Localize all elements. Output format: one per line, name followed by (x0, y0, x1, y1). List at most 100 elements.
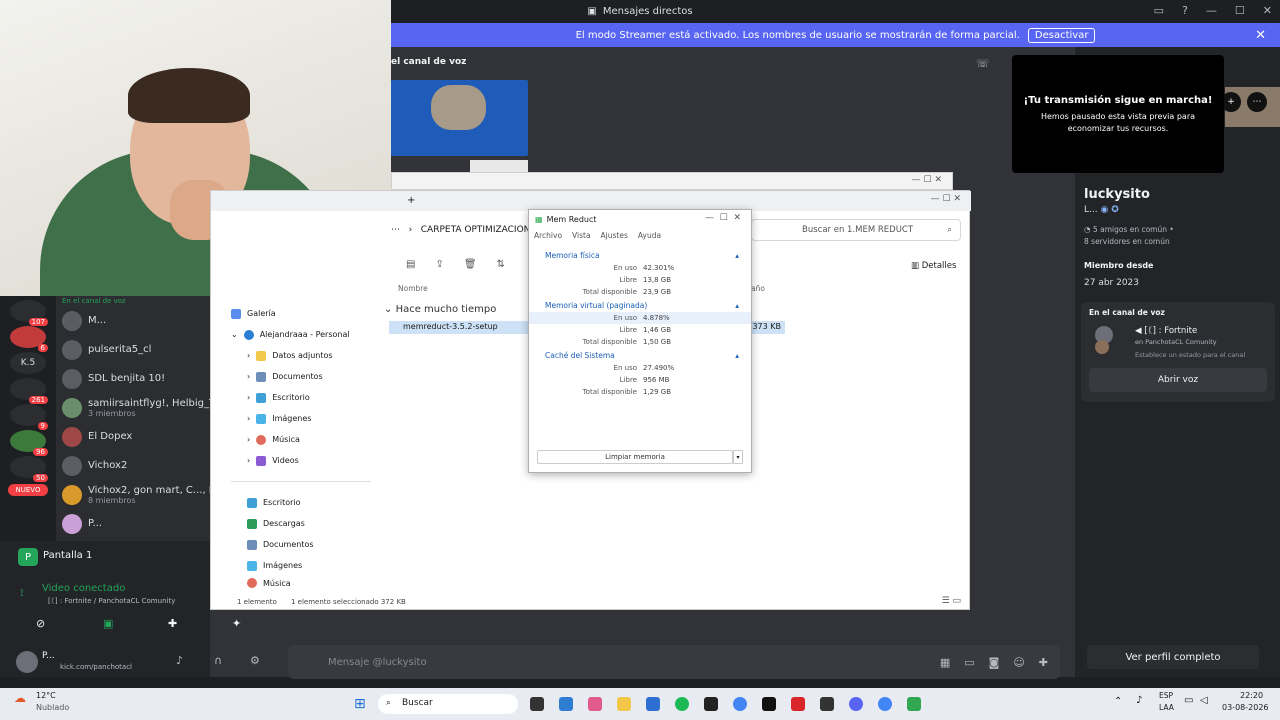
server-icon[interactable]: 107 (10, 300, 48, 326)
steam-icon[interactable] (762, 697, 776, 711)
call-icon[interactable]: ☏ (976, 57, 990, 70)
server-icon[interactable]: 9 (10, 404, 48, 430)
delete-icon[interactable]: 🗑 (464, 259, 477, 270)
edge-icon[interactable] (646, 697, 660, 711)
clean-memory-button[interactable]: Limpiar memoria (537, 450, 733, 464)
nav-item[interactable]: › Imágenes (231, 408, 371, 429)
discord-icon[interactable] (849, 697, 863, 711)
nav-item[interactable]: ⌄ Alejandraaa - Personal (231, 324, 371, 345)
copilot-icon[interactable] (588, 697, 602, 711)
task-view-icon[interactable] (530, 697, 544, 711)
obs-icon[interactable] (820, 697, 834, 711)
dm-item[interactable]: Vichox2, gon mart, C..., D8 miembros (56, 480, 210, 509)
column-header-name[interactable]: Nombre (398, 284, 428, 293)
apps-icon[interactable]: ✚ (1039, 656, 1048, 669)
start-icon[interactable]: ⊞ (354, 696, 366, 712)
window-controls[interactable]: — ☐ ✕ (705, 213, 741, 223)
stream-preview-thumbnail[interactable] (391, 80, 528, 156)
full-profile-button[interactable]: Ver perfil completo (1087, 645, 1259, 669)
opera-icon[interactable] (791, 697, 805, 711)
spotify-icon[interactable] (675, 697, 689, 711)
avatar[interactable] (16, 651, 38, 673)
details-button[interactable]: ▥ Detalles (911, 261, 956, 271)
mic-icon[interactable]: ♪ (176, 654, 183, 667)
column-header-size[interactable]: año (751, 284, 765, 293)
quick-item[interactable]: Documentos (231, 534, 371, 555)
quick-item[interactable]: Escritorio (231, 492, 371, 513)
headphones-icon[interactable]: ∩ (214, 654, 222, 667)
explorer-search-input[interactable]: Buscar en 1.MEM REDUCT ⌕ (751, 219, 961, 241)
close-icon[interactable]: ✕ (1263, 4, 1272, 17)
memreduct-icon[interactable] (907, 697, 921, 711)
settings-icon[interactable]: ⚙ (250, 654, 260, 667)
sort-icon[interactable]: ⇅ (497, 259, 505, 270)
help-icon[interactable]: ? (1182, 4, 1188, 17)
nav-item[interactable]: Galería (231, 303, 371, 324)
add-friend-icon[interactable]: + (1221, 92, 1241, 112)
menu-vista[interactable]: Vista (572, 231, 591, 240)
maximize-icon[interactable]: ☐ (1235, 4, 1245, 17)
section-physical[interactable]: Memoria física ▴ (529, 248, 751, 262)
nav-item[interactable]: › Datos adjuntos (231, 345, 371, 366)
window-controls[interactable]: — ☐ ✕ (912, 175, 942, 185)
nav-item[interactable]: › Música (231, 429, 371, 450)
dm-item[interactable]: El Dopex (56, 422, 210, 451)
dm-item[interactable]: SDL benjita 10! (56, 364, 210, 393)
menu-ajustes[interactable]: Ajustes (601, 231, 628, 240)
window-controls[interactable]: — ☐ ✕ (931, 194, 961, 204)
open-voice-button[interactable]: Abrir voz (1089, 368, 1267, 392)
epic-games-icon[interactable] (704, 697, 718, 711)
activities-icon[interactable]: ✚ (168, 617, 177, 630)
quick-item[interactable]: Descargas (231, 513, 371, 534)
dm-item[interactable]: pulserita5_cl (56, 335, 210, 364)
menu-ayuda[interactable]: Ayuda (638, 231, 661, 240)
share-icon[interactable]: ⇪ (435, 259, 443, 270)
store-icon[interactable] (559, 697, 573, 711)
message-input[interactable]: Mensaje @luckysito ▦ ▭ ◙ ☺ ✚ (288, 645, 1060, 679)
dm-item[interactable]: Vichox2 (56, 451, 210, 480)
menu-archivo[interactable]: Archivo (534, 231, 562, 240)
keyboard-language[interactable]: ESP (1159, 691, 1173, 700)
taskbar-search[interactable]: ⌕ Buscar (378, 694, 518, 714)
clock-time[interactable]: 22:20 (1240, 691, 1263, 700)
copy-icon[interactable]: ▤ (406, 259, 415, 270)
dm-item[interactable]: samiirsaintflyg!, Helbig_Tl 3 miembros (56, 393, 210, 422)
gif-icon[interactable]: ▭ (964, 656, 974, 669)
new-tab-icon[interactable]: + (407, 195, 415, 206)
server-icon[interactable]: 6 (10, 326, 48, 352)
deactivate-button[interactable]: Desactivar (1027, 27, 1096, 43)
quick-item[interactable]: Música (231, 576, 371, 590)
server-icon[interactable]: 261 (10, 378, 48, 404)
network-icon[interactable]: ▭ (1184, 695, 1193, 706)
volume-icon[interactable]: ◁ (1200, 695, 1208, 706)
section-cache[interactable]: Caché del Sistema ▴ (529, 348, 751, 362)
file-explorer-icon[interactable] (617, 697, 631, 711)
mutual-servers[interactable]: 8 servidores en común (1084, 237, 1170, 246)
video-status[interactable]: Video conectado (42, 583, 125, 594)
mutual-friends[interactable]: ◔ 5 amigos en común • (1084, 225, 1174, 234)
dropdown-arrow-icon[interactable]: ▾ (733, 450, 743, 464)
soundboard-icon[interactable]: ✦ (232, 617, 241, 630)
close-banner-icon[interactable]: ✕ (1255, 28, 1266, 43)
nav-item[interactable]: › Videos (231, 450, 371, 471)
gift-icon[interactable]: ▦ (940, 656, 950, 669)
server-icon[interactable]: K.5 (10, 352, 46, 374)
server-icon[interactable]: 50 (10, 456, 48, 482)
share-screen-icon[interactable]: ▣ (103, 617, 113, 630)
chrome-icon[interactable] (733, 697, 747, 711)
weather-icon[interactable]: ☁ (14, 691, 26, 705)
section-virtual[interactable]: Memoria virtual (paginada) ▴ (529, 298, 751, 312)
tray-chevron-icon[interactable]: ⌃ (1114, 696, 1122, 707)
minimize-icon[interactable]: — (1206, 4, 1217, 17)
explorer-breadcrumb[interactable]: ⋯ › CARPETA OPTIMIZACION (391, 225, 530, 235)
more-icon[interactable]: ⋯ (1247, 92, 1267, 112)
dm-item[interactable]: P... (56, 509, 210, 538)
nav-item[interactable]: › Documentos (231, 366, 371, 387)
dm-item[interactable]: M... (56, 306, 210, 335)
inbox-icon[interactable]: ▭ (1154, 4, 1164, 17)
group-header[interactable]: ⌄ Hace mucho tiempo (384, 304, 496, 315)
server-icon[interactable]: 96 (10, 430, 48, 456)
quick-item[interactable]: Imágenes (231, 555, 371, 576)
sticker-icon[interactable]: ◙ (989, 656, 1000, 669)
emoji-icon[interactable]: ☺ (1013, 656, 1024, 669)
